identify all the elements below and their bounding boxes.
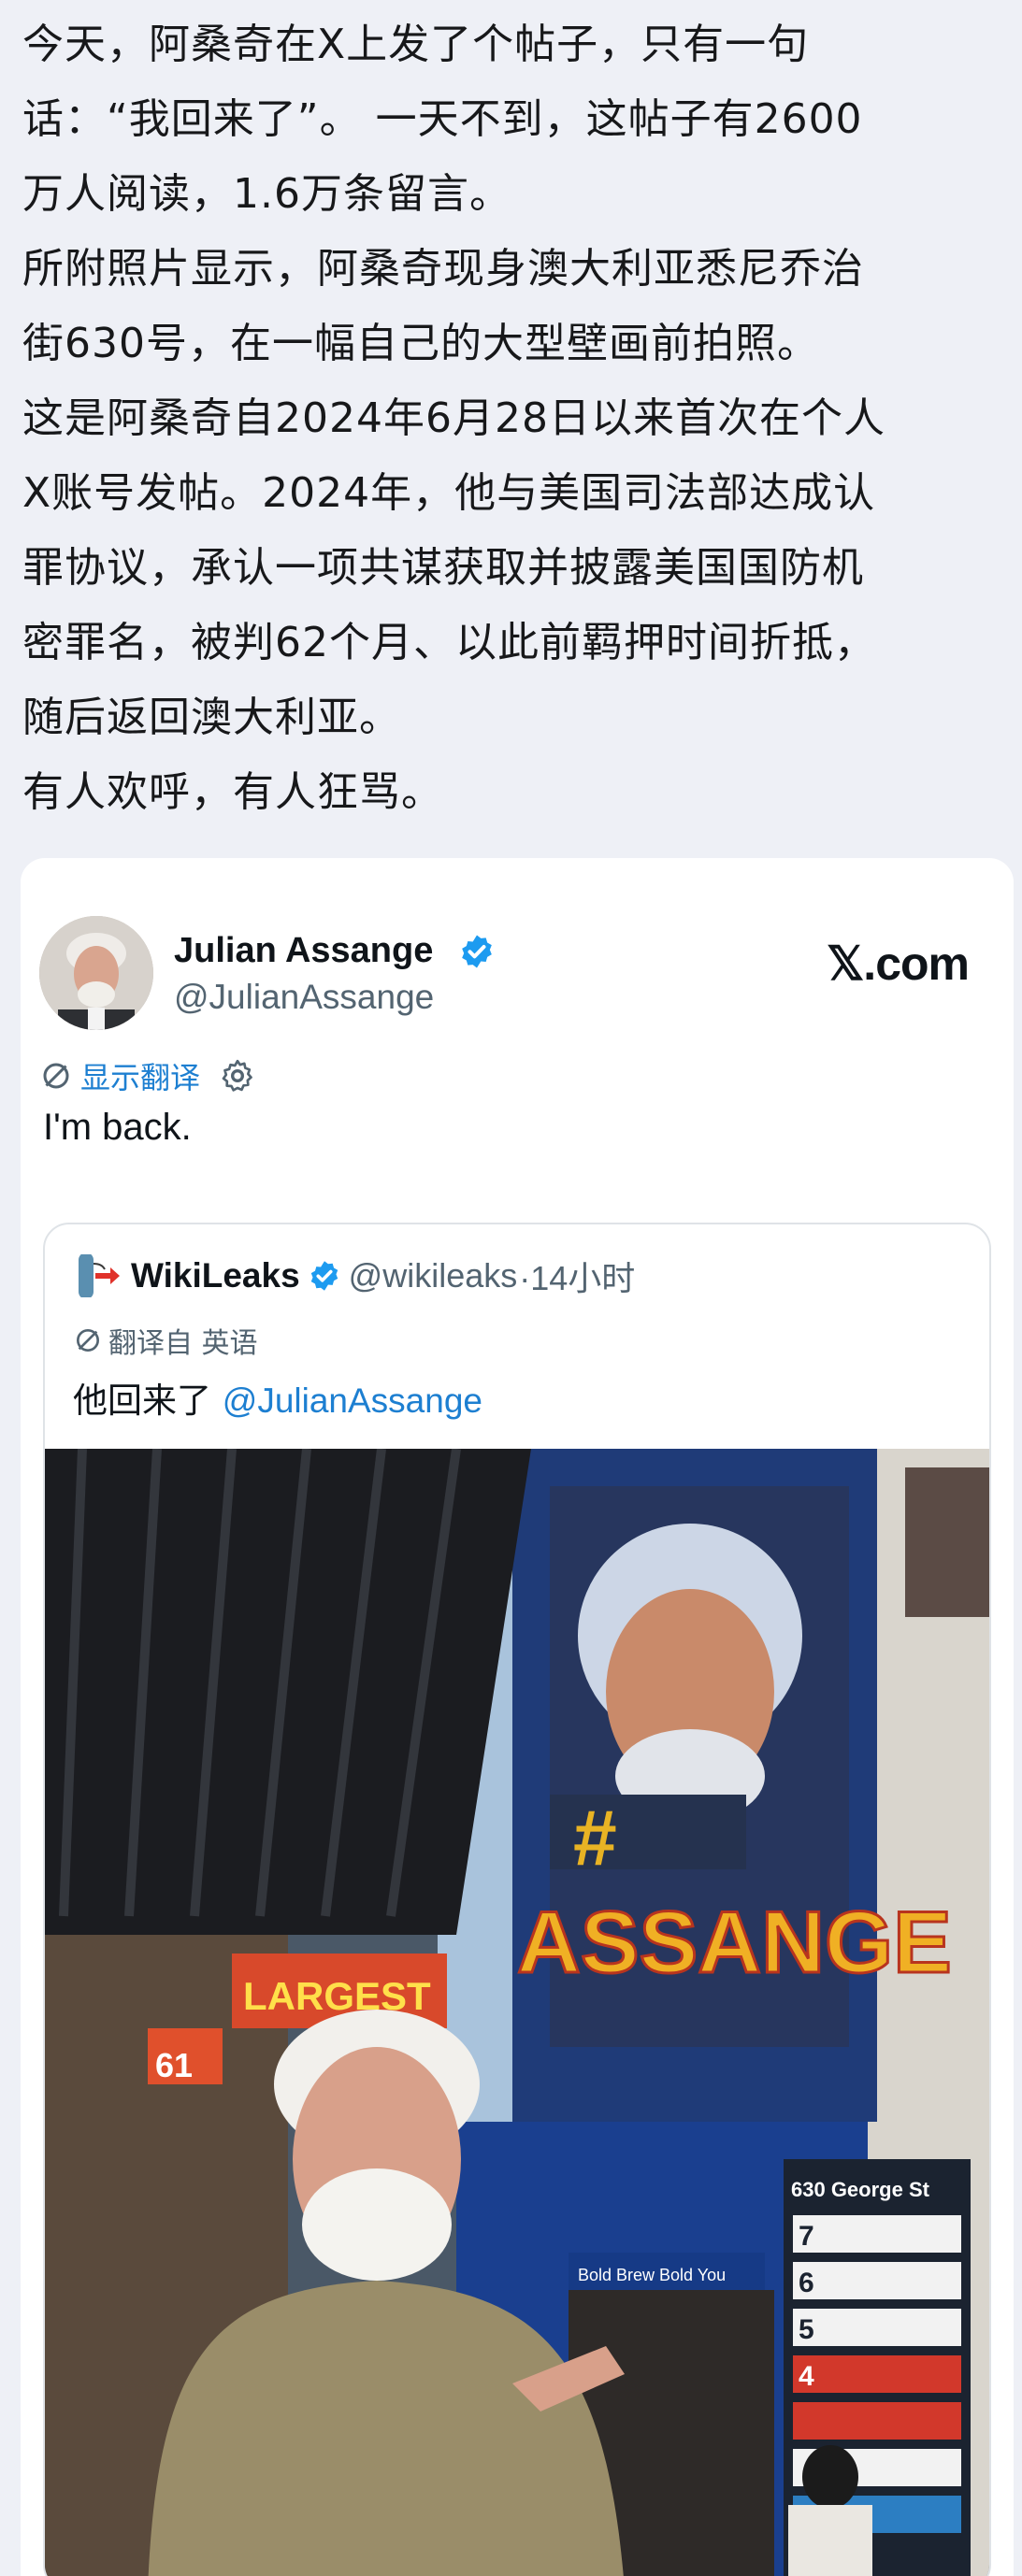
quoted-author-name[interactable]: WikiLeaks [131, 1256, 300, 1295]
post-line: 万人阅读，1.6万条留言。 [22, 170, 511, 218]
post-line: 罪协议，承认一项共谋获取并披露美国国防机 [22, 544, 864, 592]
shop-sign-largest: LARGEST [243, 1974, 431, 2018]
post-line: 有人欢呼，有人狂骂。 [22, 768, 443, 816]
post-line: 所附照片显示，阿桑奇现身澳大利亚悉尼乔治 [22, 245, 864, 293]
avatar-photo [39, 916, 153, 1030]
mural-name: ASSANGE [517, 1893, 952, 1991]
mention-link[interactable]: @JulianAssange [223, 1381, 482, 1420]
post-line: 街630号，在一幅自己的大型壁画前拍照。 [22, 320, 819, 367]
directory-number: 6 [799, 2268, 814, 2298]
post-line: 话：“我回来了”。 一天不到，这帖子有2600 [22, 95, 863, 143]
post-line: 今天，阿桑奇在X上发了个帖子，只有一句 [22, 21, 810, 68]
quoted-tweet-header: WikiLeaks @wikileaks ·14小时 [73, 1252, 635, 1299]
show-translation-link[interactable]: 显示翻译 [80, 1054, 200, 1097]
avatar[interactable] [39, 916, 153, 1030]
translate-icon [43, 1063, 69, 1089]
tweet-header: Julian Assange @JulianAssange 𝕏.com [39, 914, 976, 1036]
x-com-logo[interactable]: 𝕏.com [827, 937, 970, 991]
translated-from-row[interactable]: 翻译自 英语 [73, 1320, 258, 1361]
wikileaks-logo-icon [79, 1254, 120, 1297]
post-line: 随后返回澳大利亚。 [22, 694, 401, 741]
quoted-tweet[interactable]: WikiLeaks @wikileaks ·14小时 翻译自 英语 他回来了 @… [43, 1223, 991, 2576]
post-line: X账号发帖。2024年，他与美国司法部达成认 [22, 469, 876, 517]
author-handle[interactable]: @JulianAssange [174, 978, 434, 1017]
author-name[interactable]: Julian Assange [174, 931, 433, 971]
show-translation-row[interactable]: 显示翻译 [39, 1052, 256, 1099]
directory-number: 7 [799, 2221, 814, 2252]
shop-sign-bold-brew: Bold Brew Bold You [578, 2266, 726, 2284]
quoted-text-body: 他回来了 [73, 1381, 211, 1421]
directory-number: 4 [799, 2361, 814, 2392]
mural-hash: # [573, 1794, 617, 1882]
street-sign: 630 George St [791, 2178, 930, 2201]
verified-badge-icon [310, 1261, 338, 1291]
verified-badge-icon [462, 935, 492, 968]
gear-icon[interactable] [219, 1057, 256, 1095]
post-line: 密罪名，被判62个月、以此前羁押时间折抵， [22, 619, 876, 666]
post-line: 这是阿桑奇自2024年6月28日以来首次在个人 [22, 394, 885, 442]
post-body: 今天，阿桑奇在X上发了个帖子，只有一句 话：“我回来了”。 一天不到，这帖子有2… [0, 0, 1022, 830]
quoted-tweet-text: 他回来了 @JulianAssange [73, 1372, 482, 1423]
shop-sign-61: 61 [155, 2046, 193, 2084]
translated-from-label[interactable]: 翻译自 英语 [108, 1320, 258, 1361]
translate-icon [77, 1329, 99, 1352]
directory-number: 5 [799, 2314, 814, 2345]
quoted-timestamp[interactable]: ·14小时 [519, 1252, 635, 1300]
embedded-tweet-card[interactable]: Julian Assange @JulianAssange 𝕏.com 显示翻译… [21, 858, 1014, 2576]
quoted-author-handle[interactable]: @wikileaks [349, 1256, 518, 1295]
tweet-photo[interactable]: # ASSANGE LARGEST 61 Bold Brew Bold You [45, 1449, 989, 2576]
tweet-text: I'm back. [43, 1107, 192, 1148]
